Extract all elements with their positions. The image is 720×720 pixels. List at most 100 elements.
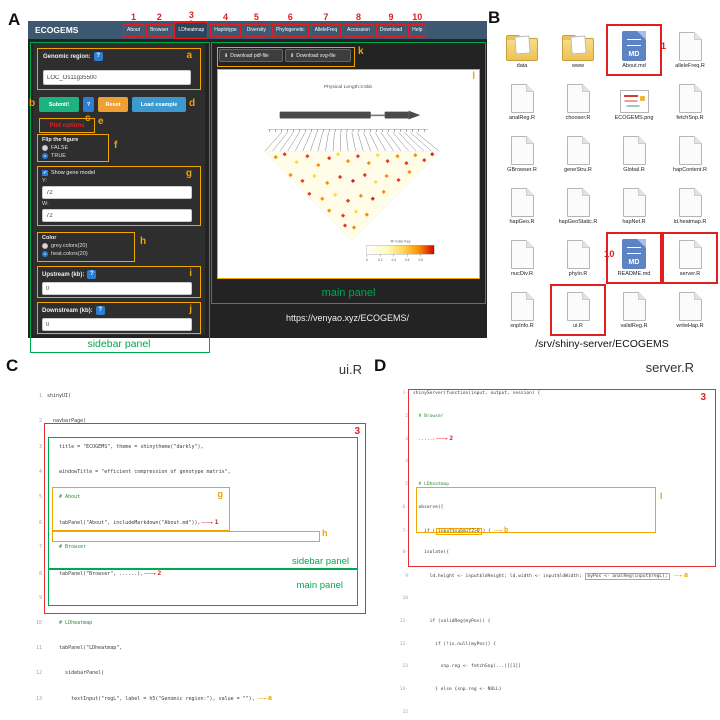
ldheatmap-server-section-box (408, 389, 716, 567)
annotation-letter-g: g (186, 168, 192, 179)
load-example-button[interactable]: Load example (132, 97, 186, 112)
code-line: 9 ld.height <- input$ldHeight; ld.width … (394, 573, 718, 579)
radio-icon (42, 243, 48, 249)
conditional-panel-box: g (52, 487, 230, 531)
file-icon (511, 136, 534, 165)
annotation-letter-k: k (358, 46, 364, 57)
file-item[interactable]: 10 README.md (606, 232, 662, 284)
ld-heatmap-plot-area: Physical Length:3.5kb (217, 69, 480, 279)
file-item[interactable]: geneStru.R (550, 128, 606, 180)
panel-label-c: C (6, 356, 18, 376)
navbar: ECOGEMS 1 About 2 Browser (28, 21, 487, 39)
nav-tab[interactable]: 4 Haplotype (210, 24, 241, 37)
file-name: ECOGEMS.png (615, 115, 654, 121)
mainpanel-code-caption: main panel (297, 580, 343, 591)
help-icon[interactable]: ? (94, 52, 103, 61)
file-item[interactable]: chooser.R (550, 76, 606, 128)
file-name: hapNet.R (622, 219, 645, 225)
file-name: chooser.R (566, 115, 591, 121)
file-icon (567, 240, 590, 269)
show-gene-model-checkbox[interactable]: ✔ Show gene model (42, 170, 200, 176)
nav-tab[interactable]: 3 LDheatmap (174, 22, 208, 39)
upstream-group: Upstream (kb): ? i (37, 266, 201, 298)
file-icon (679, 136, 702, 165)
file-item[interactable]: 1 About.md (606, 24, 662, 76)
file-item[interactable]: ld.heatmap.R (662, 180, 718, 232)
code-line: 11- if (validReg(myPos)) { (394, 619, 718, 625)
radio-heat-colors[interactable]: heat.colors(20) (42, 251, 134, 257)
file-item[interactable]: fetchSnp.R (662, 76, 718, 128)
w-input[interactable] (42, 209, 192, 222)
snp-ticks (270, 129, 425, 131)
file-icon (623, 188, 646, 217)
file-name: validReg.R (621, 323, 648, 329)
tab-label: Diversity (247, 27, 266, 33)
file-item[interactable]: phylo.R (550, 232, 606, 284)
tab-annotation-number: 4 (223, 12, 228, 25)
panel-a: A ECOGEMS 1 About 2 Browser (8, 8, 490, 356)
file-name: phylo.R (569, 271, 588, 277)
file-item[interactable]: ECOGEMS.png (606, 76, 662, 128)
file-item[interactable]: hapGeo.R (494, 180, 550, 232)
reset-button[interactable]: Reset (98, 97, 128, 112)
download-pdf-label: Download pdf-file (230, 53, 269, 59)
file-name: hapGeo.R (509, 219, 534, 225)
color-radio-box (52, 531, 320, 542)
file-item[interactable]: hapGeoStatic.R (550, 180, 606, 232)
submit-help-icon[interactable]: ? (83, 97, 94, 112)
section-number-label: 3 (354, 426, 360, 437)
download-pdf-button[interactable]: ⬇ Download pdf-file (219, 49, 283, 62)
file-item[interactable]: snpInfo.R (494, 284, 550, 336)
file-item[interactable]: writeHap.R (662, 284, 718, 336)
file-item[interactable]: data (494, 24, 550, 76)
submit-button[interactable]: Submit! (39, 97, 79, 112)
file-item[interactable]: hapContent.R (662, 128, 718, 180)
file-item[interactable]: server.R (662, 232, 718, 284)
code-line: 13 textInput("regL", label = h5("Genomic… (28, 695, 372, 701)
mainpanel-code-box: main panel (48, 569, 358, 606)
file-item[interactable]: validReg.R (606, 284, 662, 336)
nav-tab[interactable]: 8 Accession (343, 24, 374, 37)
downstream-input[interactable] (42, 318, 192, 331)
file-icon (511, 240, 534, 269)
genomic-region-input[interactable] (43, 70, 191, 85)
file-item[interactable]: nucDiv.R (494, 232, 550, 284)
file-icon (567, 188, 590, 217)
gene-exon (385, 112, 409, 119)
file-item[interactable]: GBrowser.R (494, 128, 550, 180)
help-icon[interactable]: ? (87, 270, 96, 279)
download-svg-label: Download svg-file (296, 53, 335, 59)
help-icon[interactable]: ? (96, 306, 105, 315)
radio-icon (42, 145, 48, 151)
nav-tab[interactable]: 10 Help (408, 24, 426, 37)
radio-grey-colors[interactable]: grey.colors(20) (42, 243, 134, 249)
nav-tab[interactable]: 6 Phylogenetic (272, 24, 309, 37)
download-icon: ⬇ (224, 53, 228, 59)
file-name: Global.R (623, 167, 644, 173)
nav-tab[interactable]: 2 Browser (146, 24, 172, 37)
nav-tab[interactable]: 1 About (123, 24, 144, 37)
radio-flip-true[interactable]: TRUE (42, 153, 108, 159)
upstream-input[interactable] (42, 282, 192, 295)
genomic-region-group: Genomic region: ? a (37, 48, 201, 90)
file-icon (567, 136, 590, 165)
file-item[interactable]: ui.R (550, 284, 606, 336)
colorkey-gradient (367, 245, 434, 254)
nav-tab[interactable]: 7 AlleleFreq (311, 24, 342, 37)
file-item[interactable]: alleleFreq.R (662, 24, 718, 76)
file-item[interactable]: www (550, 24, 606, 76)
file-name: snpInfo.R (510, 323, 534, 329)
radio-flip-false[interactable]: FALSE (42, 145, 108, 151)
svg-text:0.6: 0.6 (405, 258, 410, 262)
color-label: Color (42, 235, 134, 241)
file-item[interactable]: Global.R (606, 128, 662, 180)
download-svg-button[interactable]: ⬇ Download svg-file (285, 49, 351, 62)
nav-tab[interactable]: 5 Diversity (243, 24, 270, 37)
file-item[interactable]: hapNet.R (606, 180, 662, 232)
y-input[interactable] (42, 186, 192, 199)
tab-label: Accession (347, 27, 370, 33)
nav-tab[interactable]: 9 Download (376, 24, 406, 37)
file-item[interactable]: analReg.R (494, 76, 550, 128)
file-name: hapGeoStatic.R (559, 219, 598, 225)
plot-options-label: Plot options (39, 118, 95, 133)
